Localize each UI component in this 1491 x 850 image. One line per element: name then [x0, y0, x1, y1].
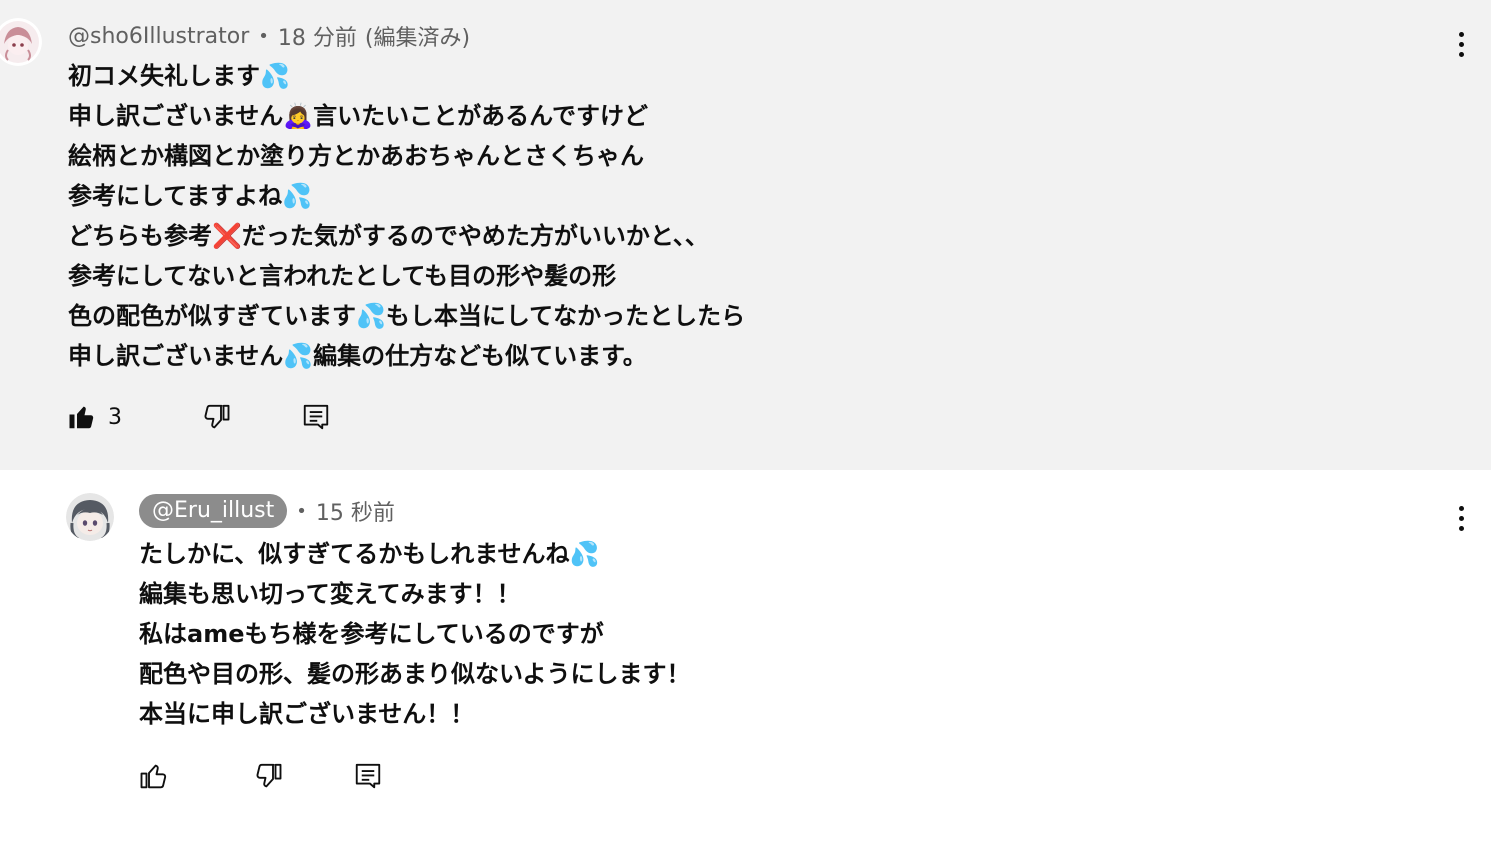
reply-button[interactable]: [352, 760, 384, 792]
avatar[interactable]: [0, 18, 42, 66]
comment-line: 絵柄とか構図とか塗り方とかあおちゃんとさくちゃん: [68, 142, 644, 170]
comment-line: 配色や目の形、髪の形あまり似ないようにします！: [139, 660, 691, 688]
reply-icon: [355, 763, 381, 789]
comment-line: どちらも参考❌だった気がするのでやめた方がいいかと、、: [68, 222, 709, 250]
thumbs-down-icon: [204, 404, 230, 429]
comment-line: 参考にしてますよね💦: [68, 182, 312, 210]
comment-highlighted: @sho6Illustrator • 18 分前 (編集済み) 初コメ失礼します…: [0, 0, 1491, 470]
comment-line: 申し訳ございません🙇‍♀️言いたいことがあるんですけど: [68, 102, 648, 130]
comment-reply: @Eru_illust • 15 秒前 たしかに、似すぎてるかもしれませんね💦 …: [0, 470, 1491, 850]
separator-dot: •: [258, 25, 269, 47]
thumbs-down-icon: [256, 763, 282, 788]
edited-label: (編集済み): [364, 26, 471, 51]
comment-line: 申し訳ございません💦編集の仕方なども似ています。: [68, 342, 647, 370]
timestamp[interactable]: 18 分前: [278, 20, 357, 52]
reply-button[interactable]: [300, 401, 332, 433]
comment-line: 参考にしてないと言われたとしても目の形や髪の形: [68, 262, 617, 290]
separator-dot: •: [296, 500, 307, 522]
comment-line: たしかに、似すぎてるかもしれませんね💦: [139, 540, 600, 568]
comment-actions: [138, 760, 384, 792]
author-name[interactable]: @sho6Illustrator: [68, 24, 249, 49]
like-count: 3: [108, 404, 122, 430]
author-name-chip[interactable]: @Eru_illust: [139, 494, 288, 528]
comment-header: @sho6Illustrator • 18 分前 (編集済み): [68, 19, 470, 53]
more-vertical-icon: [1458, 505, 1464, 511]
comment-line: 初コメ失礼します💦: [68, 62, 290, 90]
comment-header: @Eru_illust • 15 秒前: [139, 494, 395, 528]
like-button[interactable]: [138, 760, 170, 792]
more-vertical-icon: [1458, 31, 1464, 37]
comment-line: 色の配色が似すぎています💦もし本当にしてなかったとしたら: [68, 302, 746, 330]
more-options-button[interactable]: [1449, 24, 1473, 64]
thumbs-up-icon: [140, 764, 167, 789]
reply-icon: [303, 404, 329, 430]
comment-line: 私はameもち様を参考にしているのですが: [139, 620, 604, 648]
more-options-button[interactable]: [1449, 498, 1473, 538]
thumbs-up-icon: [69, 406, 94, 429]
dislike-button[interactable]: [252, 760, 284, 792]
timestamp[interactable]: 15 秒前: [316, 495, 395, 527]
like-button[interactable]: [66, 401, 98, 433]
comment-line: 本当に申し訳ございません！！: [139, 700, 475, 728]
dislike-button[interactable]: [200, 401, 232, 433]
comment-actions: 3: [66, 401, 332, 433]
avatar[interactable]: [66, 493, 114, 541]
comment-line: 編集も思い切って変えてみます！！: [139, 580, 521, 608]
comment-text: たしかに、似すぎてるかもしれませんね💦 編集も思い切って変えてみます！！ 私はa…: [139, 534, 691, 734]
comment-text: 初コメ失礼します💦 申し訳ございません🙇‍♀️言いたいことがあるんですけど 絵柄…: [68, 56, 745, 376]
